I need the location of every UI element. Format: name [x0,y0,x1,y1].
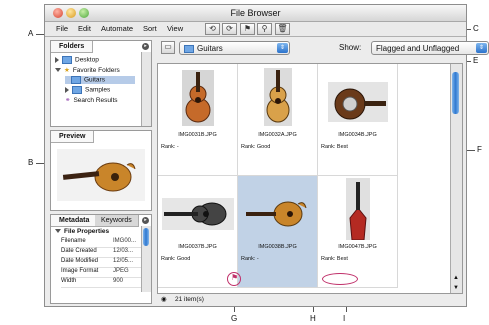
thumbnail-cell[interactable]: IMG0032A.JPG Rank: Good [238,64,318,176]
scroll-up-arrow-icon[interactable]: ▲ [453,275,459,281]
menu-bar: File Edit Automate Sort View ⟲ ⟳ ⚑ ⚲ 🗑 [45,22,466,37]
thumbnail-image [246,201,307,227]
grid-scroll-thumb[interactable] [452,72,459,114]
grid-scrollbar[interactable]: ▲ ▼ [450,64,462,293]
tree-item-guitars[interactable]: Guitars [65,76,135,84]
tree-item-favorite-folders[interactable]: ★ Favorite Folders [55,66,120,74]
thumbnail-rank: Rank: Best [321,256,348,262]
metadata-panel: Metadata Keywords ▸ File Properties File… [50,214,152,304]
status-bar: ◉ 21 item(s) [157,294,463,306]
menu-view[interactable]: View [167,24,183,33]
metadata-menu-icon[interactable]: ▸ [142,217,149,224]
title-bar: File Browser [45,5,466,22]
panel-menu-icon[interactable]: ▸ [142,43,149,50]
thumbnail-cell[interactable]: IMG0037B.JPG Rank: Good [158,176,238,288]
thumbnail-filename: IMG0031B.JPG [178,132,217,138]
star-icon: ★ [64,67,70,74]
thumbnail-rank: Rank: - [161,144,179,150]
menu-edit[interactable]: Edit [78,24,91,33]
search-icon[interactable]: ⚲ [257,23,272,35]
meta-row-filename: Filename IMG00... [61,238,145,248]
thumbnail-cell[interactable]: IMG0031B.JPG Rank: - [158,64,238,176]
browser-toolbar: ▭ Guitars ⇕ Show: Flagged and Unflagged … [157,38,489,60]
thumbnail-cell-selected[interactable]: IMG0038B.JPG Rank: - [238,176,318,288]
file-browser-window: File Browser File Edit Automate Sort Vie… [44,4,489,307]
folders-scrollbar[interactable] [141,52,151,126]
window-title: File Browser [230,8,281,18]
meta-row-width: Width 900 [61,278,145,288]
flag-icon[interactable]: ⚑ [231,273,238,282]
flag-icon[interactable]: ⚑ [240,23,255,35]
callout-c: C [473,24,479,33]
thumbnail-rank: Rank: Good [161,256,191,262]
menu-automate[interactable]: Automate [101,24,133,33]
rotate-right-icon[interactable]: ⟳ [222,23,237,35]
thumbnail-image [328,82,388,122]
thumbnail-filename: IMG0037B.JPG [178,244,217,250]
thumbnail-rank: Rank: Best [321,144,348,150]
status-menu-icon[interactable]: ◉ [161,295,167,303]
callout-f: F [477,145,482,154]
toggle-panels-icon[interactable]: ▭ [161,41,175,54]
thumbnail-filename: IMG0034B.JPG [338,132,377,138]
preview-tab[interactable]: Preview [51,131,95,143]
thumbnail-grid: IMG0031B.JPG Rank: - IMG0032A.JPG Rank: … [157,63,463,294]
callout-f-leader [467,150,475,151]
menu-file[interactable]: File [56,24,68,33]
thumbnail-filename: IMG0032A.JPG [258,132,297,138]
callout-h: H [310,314,316,323]
thumbnail-rank: Rank: Good [241,144,271,150]
preview-panel: Preview [50,130,152,211]
rank-highlight-ring [322,273,358,285]
thumbnail-rank: Rank: - [241,256,259,262]
thumbnail-filename: IMG0047B.JPG [338,244,377,250]
keywords-tab[interactable]: Keywords [95,215,139,227]
meta-row-date-created: Date Created 12/03... [61,248,145,258]
folders-tab[interactable]: Folders [51,41,94,53]
rotate-left-icon[interactable]: ⟲ [205,23,220,35]
thumbnail-image [346,178,370,240]
trash-icon[interactable]: 🗑 [275,23,290,35]
callout-e: E [473,56,479,65]
item-count: 21 item(s) [175,296,204,303]
thumbnail-image [264,68,292,126]
thumbnail-image [182,70,214,126]
tree-item-desktop[interactable]: Desktop [55,56,99,64]
thumbnail-filename: IMG0038B.JPG [258,244,297,250]
preview-image [57,149,145,201]
metadata-tab[interactable]: Metadata [51,215,99,227]
metadata-scrollbar[interactable] [141,226,151,292]
scroll-down-arrow-icon[interactable]: ▼ [453,285,459,291]
callout-i: I [343,314,346,323]
show-label: Show: [339,43,362,52]
thumbnail-cell[interactable]: IMG0034B.JPG Rank: Best [318,64,398,176]
folders-panel: Folders ▸ Desktop ★ Favorite Folders Guit… [50,40,152,127]
metadata-scroll-thumb[interactable] [143,228,149,246]
show-filter-arrow-icon: ⇕ [476,43,487,53]
thumbnail-cell[interactable]: IMG0047B.JPG Rank: Best [318,176,398,288]
location-popup-arrow-icon: ⇕ [277,43,288,53]
tree-item-search-results[interactable]: ⚭ Search Results [65,96,118,104]
callout-a: A [28,29,34,38]
search-results-icon: ⚭ [65,97,71,104]
thumbnail-image [162,198,234,230]
callout-g: G [231,314,238,323]
callout-b: B [28,158,34,167]
file-properties-section[interactable]: File Properties [55,228,109,235]
tree-item-samples[interactable]: Samples [65,86,110,94]
meta-row-image-format: Image Format JPEG [61,268,145,278]
location-popup[interactable]: Guitars ⇕ [179,41,290,55]
menu-sort[interactable]: Sort [143,24,157,33]
meta-row-date-modified: Date Modified 12/05... [61,258,145,268]
show-filter-select[interactable]: Flagged and Unflagged ⇕ [371,41,489,55]
